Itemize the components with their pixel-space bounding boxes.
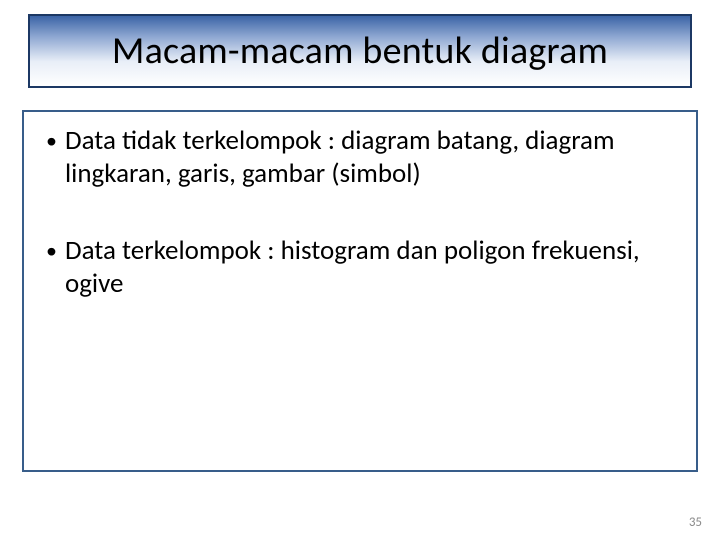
- title-box: Macam-macam bentuk diagram: [28, 14, 692, 88]
- bullet-text: Data terkelompok : histogram dan poligon…: [65, 234, 674, 300]
- bullet-item: • Data terkelompok : histogram dan polig…: [46, 234, 674, 300]
- page-number: 35: [689, 515, 702, 530]
- bullet-icon: •: [46, 234, 57, 268]
- bullet-icon: •: [46, 124, 57, 158]
- bullet-item: • Data tidak terkelompok : diagram batan…: [46, 124, 674, 190]
- body-box: • Data tidak terkelompok : diagram batan…: [22, 110, 698, 472]
- slide-title: Macam-macam bentuk diagram: [112, 28, 608, 74]
- bullet-text: Data tidak terkelompok : diagram batang,…: [65, 124, 674, 190]
